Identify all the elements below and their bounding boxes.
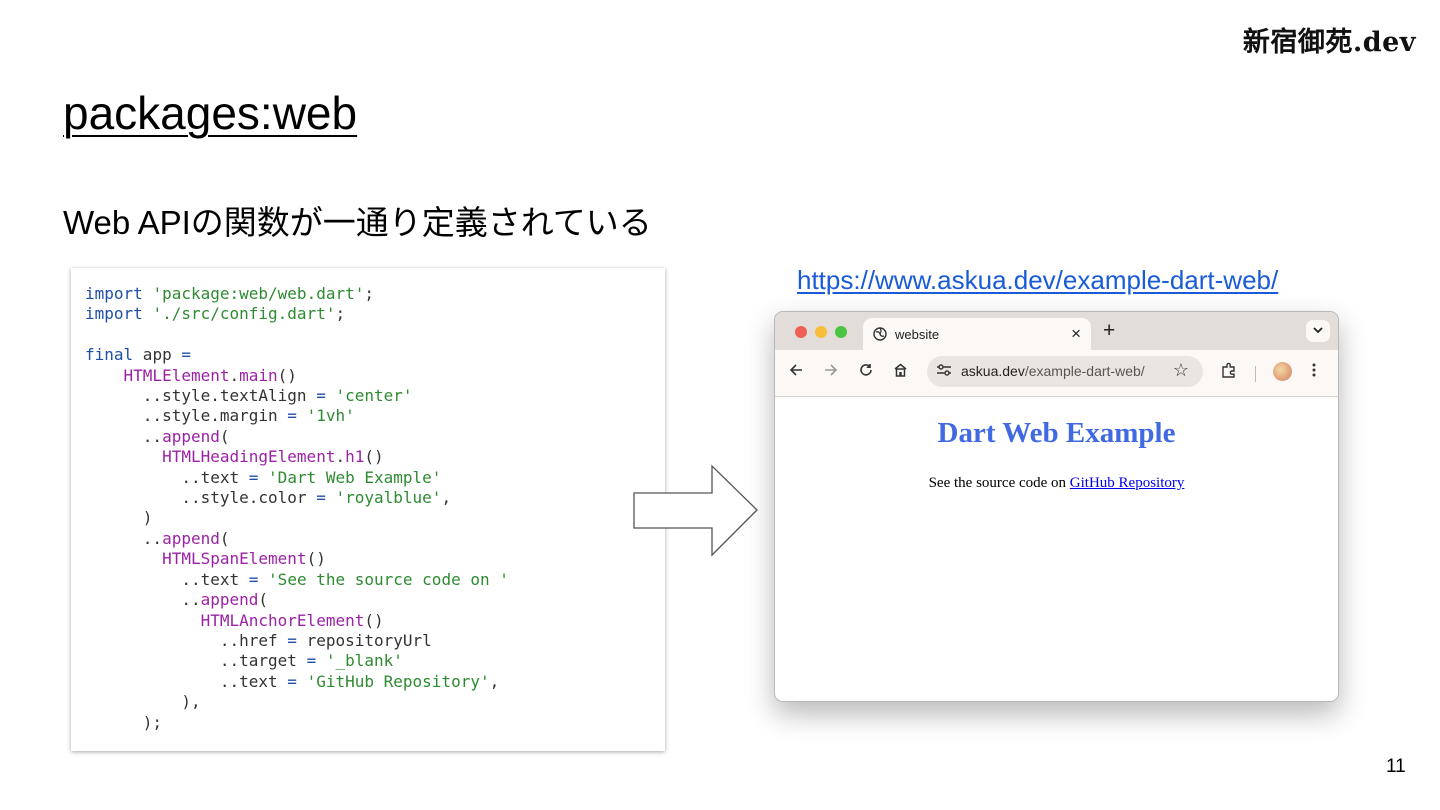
code-line: ..text = 'GitHub Repository', xyxy=(85,671,500,691)
code-line: HTMLAnchorElement() xyxy=(200,610,384,630)
web-page-content: Dart Web Example See the source code on … xyxy=(775,397,1338,701)
extensions-icon[interactable] xyxy=(1221,362,1237,383)
profile-avatar[interactable] xyxy=(1273,362,1292,381)
code-line: ); xyxy=(85,712,163,732)
window-maximize-button[interactable] xyxy=(835,326,847,338)
address-path: /example-dart-web/ xyxy=(1024,363,1145,379)
code-line: HTMLHeadingElement.h1() xyxy=(162,447,384,467)
address-domain: askua.dev xyxy=(961,363,1025,379)
bookmark-star-icon[interactable]: ☆ xyxy=(1173,360,1189,381)
github-repository-link[interactable]: GitHub Repository xyxy=(1070,475,1185,491)
close-tab-icon[interactable]: × xyxy=(1071,324,1081,344)
more-menu-icon[interactable] xyxy=(1311,362,1317,383)
page-number: 11 xyxy=(1386,756,1406,777)
example-site-link[interactable]: https://www.askua.dev/example-dart-web/ xyxy=(797,265,1278,296)
right-arrow-icon xyxy=(633,464,758,557)
toolbar-divider xyxy=(1255,366,1256,382)
code-line: ), xyxy=(85,692,201,712)
page-text: See the source code on GitHub Repository xyxy=(775,475,1338,492)
code-line: ..append( xyxy=(85,426,230,446)
site-settings-icon[interactable] xyxy=(936,363,952,380)
brand-logo-text: 新宿御苑.dev xyxy=(1242,27,1416,58)
browser-toolbar: askua.dev/example-dart-web/ ☆ xyxy=(775,350,1338,397)
code-line: HTMLSpanElement() xyxy=(162,549,326,569)
address-bar[interactable]: askua.dev/example-dart-web/ ☆ xyxy=(927,356,1203,387)
page-text-prefix: See the source code on xyxy=(928,475,1070,491)
code-line: ..style.textAlign = 'center' xyxy=(85,386,413,406)
code-line: final app = xyxy=(85,345,191,365)
slide-subtitle: Web APIの関数が一通り定義されている xyxy=(63,204,652,241)
new-tab-button[interactable]: + xyxy=(1103,319,1115,343)
back-button[interactable] xyxy=(789,362,803,382)
code-block: import 'package:web/web.dart'; import '.… xyxy=(71,268,665,751)
address-url: askua.dev/example-dart-web/ xyxy=(961,363,1145,379)
globe-icon xyxy=(873,327,887,344)
slide-title: packages:web xyxy=(63,87,358,139)
reload-button[interactable] xyxy=(859,362,873,382)
code-line: ..style.color = 'royalblue', xyxy=(85,488,452,508)
code-line: ..append( xyxy=(85,528,230,548)
code-line: ..text = 'Dart Web Example' xyxy=(85,467,442,487)
home-button[interactable] xyxy=(893,362,908,382)
code-line: ..text = 'See the source code on ' xyxy=(85,569,509,589)
browser-tab-bar: website × + xyxy=(775,312,1338,351)
browser-tab[interactable]: website × xyxy=(863,318,1091,351)
code-line: HTMLElement.main() xyxy=(123,365,297,385)
window-minimize-button[interactable] xyxy=(815,326,827,338)
code-text: import 'package:web/web.dart'; import '.… xyxy=(85,284,509,733)
code-line: ..append( xyxy=(85,590,269,610)
code-line: ..target = '_blank' xyxy=(85,651,403,671)
code-line: ..style.margin = '1vh' xyxy=(85,406,355,426)
window-close-button[interactable] xyxy=(795,326,807,338)
code-line: ..href = repositoryUrl xyxy=(85,630,432,650)
tab-search-button[interactable] xyxy=(1306,320,1330,342)
browser-window: website × + askua.dev/example-dart-web/ … xyxy=(774,311,1339,702)
tab-title: website xyxy=(895,327,940,342)
code-line: import 'package:web/web.dart'; xyxy=(85,284,374,303)
code-line: ) xyxy=(85,508,153,528)
forward-button[interactable] xyxy=(824,362,838,382)
page-heading: Dart Web Example xyxy=(937,417,1176,449)
code-line: import './src/config.dart'; xyxy=(85,304,346,324)
